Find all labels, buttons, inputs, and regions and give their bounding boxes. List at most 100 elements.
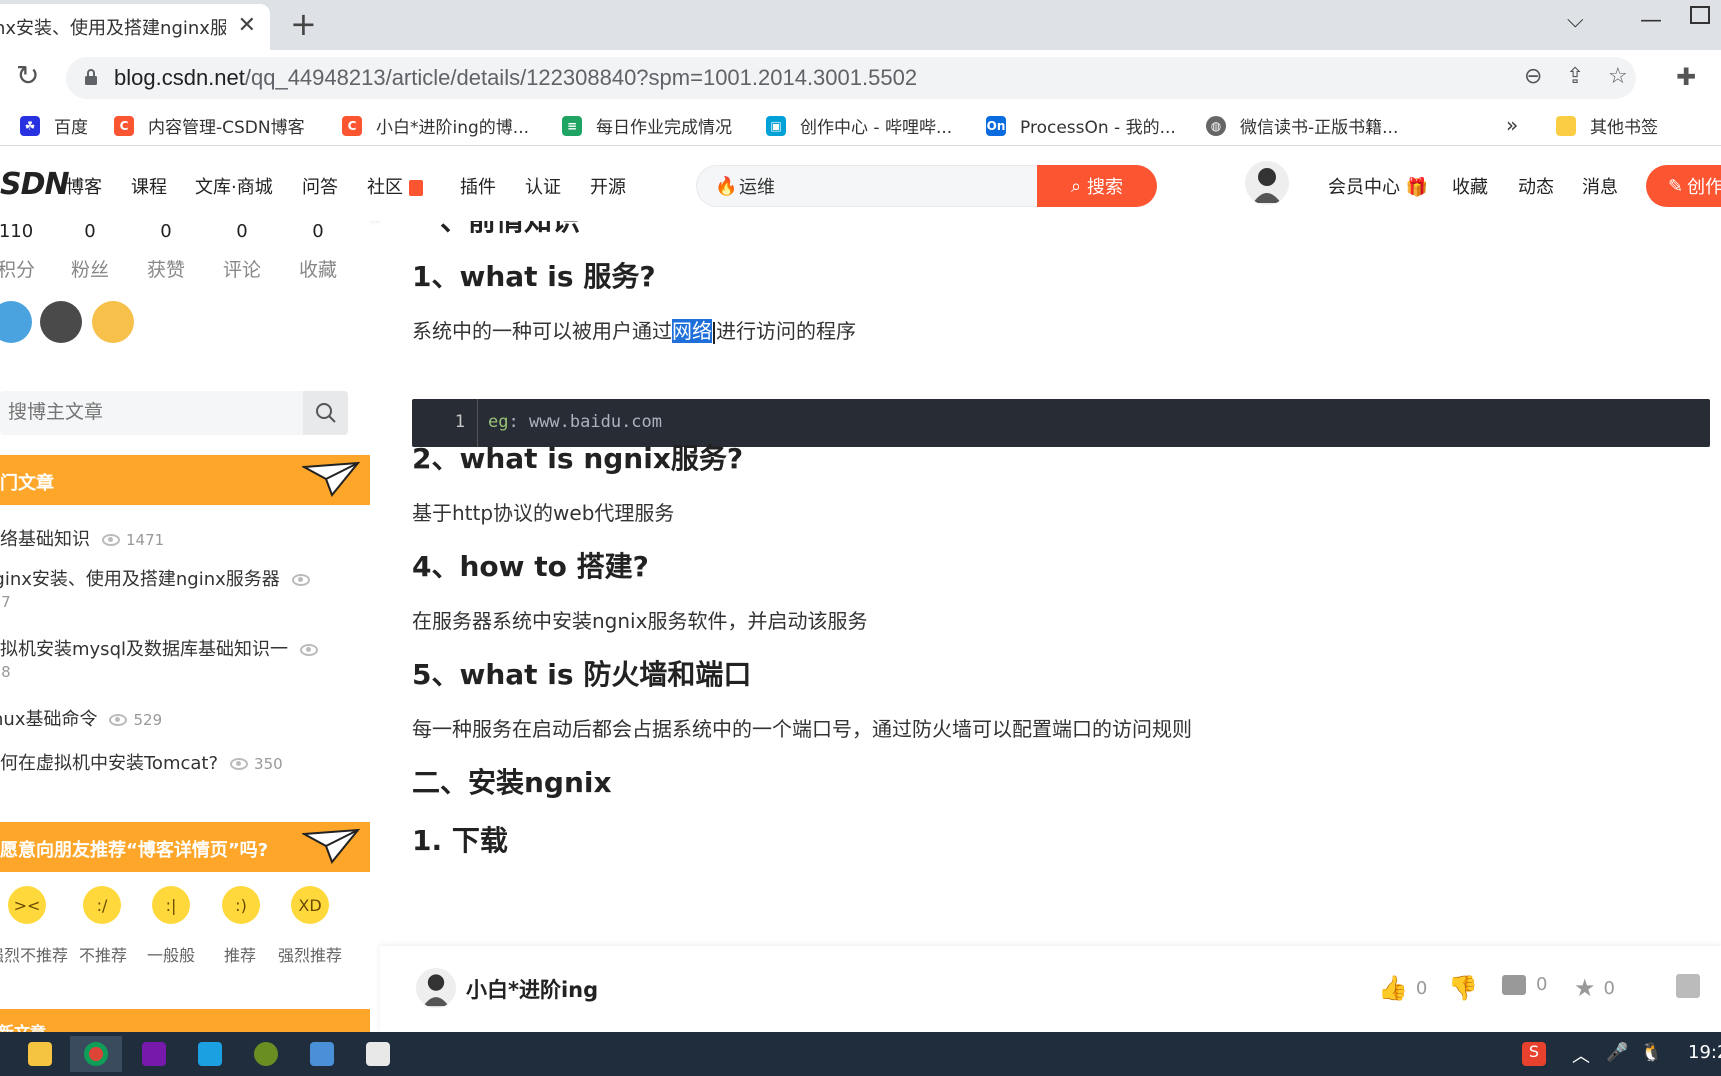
paragraph-firewall: 每一种服务在启动后都会占据系统中的一个端口号，通过防火墙可以配置端口的访问规则 [412,717,1192,741]
tray-expand-icon[interactable]: ︿ [1572,1042,1590,1068]
maximize-icon[interactable] [1690,6,1710,24]
messages-link[interactable]: 消息 [1582,173,1618,199]
minimize-icon[interactable]: — [1640,8,1662,33]
nav-library[interactable]: 文库·商城 [195,173,273,199]
activity-link[interactable]: 动态 [1518,173,1554,199]
extensions-icon[interactable]: ✚ [1676,63,1696,91]
bookmarks-more[interactable]: » [1506,113,1518,137]
selected-text: 网络 [672,319,712,343]
recommend-ratings: >< :/ :| :) XD 强烈不推荐 不推荐 一般般 推荐 强烈推荐 [0,872,370,998]
neutral-face-icon[interactable]: :| [152,886,190,924]
share-icon [1676,974,1700,998]
onenote-icon[interactable] [128,1036,180,1072]
chrome-icon[interactable] [70,1036,122,1072]
app-icon[interactable] [352,1036,404,1072]
microphone-icon[interactable]: 🎤 [1606,1042,1628,1063]
bookmark-processon[interactable]: On ProcessOn - 我的... [986,113,1176,138]
eye-icon [291,574,310,586]
hot-article-item[interactable]: 虚拟机安装mysql及数据库基础知识一108 [0,635,324,682]
article-action-bar: 小白*进阶ing 👍 0 👎 0 ★ 0 [380,946,1721,1032]
badge-icon[interactable] [0,301,32,343]
folder-icon [1556,115,1576,136]
windows-taskbar: S ︿ 🎤 🐧 19:2 [0,1032,1721,1076]
site-search-input[interactable] [739,166,1029,206]
comment-button[interactable]: 0 [1502,974,1547,995]
app-icon[interactable] [184,1036,236,1072]
search-icon [315,403,336,423]
bookmark-other[interactable]: 其他书签 [1556,113,1658,138]
nav-community[interactable]: 社区 [367,173,423,199]
csdn-logo[interactable]: SDN [0,167,70,202]
sheet-icon: ≡ [562,115,582,136]
badge-icon[interactable] [40,301,82,343]
new-tab-icon[interactable]: + [290,8,317,40]
create-button[interactable]: ✎ 创作 [1646,165,1721,207]
nav-blog[interactable]: 博客 [66,173,102,199]
bookmark-csdn-content[interactable]: C 内容管理-CSDN博客 [114,113,305,138]
angry-face-icon[interactable]: >< [8,886,46,924]
star-icon[interactable]: ☆ [1608,65,1628,89]
heading-how-to-build: 4、how to 搭建? [412,550,649,583]
browser-toolbar: ↻ blog.csdn.net/qq_44948213/article/deta… [0,50,1721,106]
hot-article-item[interactable]: 如何在虚拟机中安装Tomcat? 350 [0,749,283,775]
hot-article-item[interactable]: linux基础命令529 [0,705,162,731]
new-articles-header: 最新文章 [0,1009,370,1032]
comment-icon [1502,974,1526,995]
bookmark-bilibili[interactable]: ▣ 创作中心 - 哔哩哔... [766,113,952,138]
browser-tab[interactable]: nx安装、使用及搭建nginx服务 ✕ [0,4,270,50]
favorite-button[interactable]: ★ 0 [1574,974,1615,1002]
site-header: SDN 博客 课程 文库·商城 问答 社区 插件 认证 开源 🔥 ⌕ 搜索 会员… [0,147,1721,221]
bookmark-csdn-blog[interactable]: C 小白*进阶ing的博... [342,113,529,138]
stat-favorites-label: 收藏 [298,259,337,281]
blog-search-button[interactable] [303,391,348,435]
fire-icon: 🔥 [715,176,738,197]
share-button[interactable] [1676,974,1700,998]
stat-points-label: 积分 [0,259,35,281]
paragraph-build: 在服务器系统中安装ngnix服务软件，并启动该服务 [412,609,868,633]
url-text[interactable]: blog.csdn.net/qq_44948213/article/detail… [114,65,917,91]
file-explorer-icon[interactable] [14,1036,66,1072]
paragraph-ngnix: 基于http协议的web代理服务 [412,501,675,525]
stat-fans-value: 0 [84,221,96,242]
reload-icon[interactable]: ↻ [16,62,39,90]
user-avatar[interactable] [1245,161,1289,205]
qq-icon[interactable]: 🐧 [1640,1042,1662,1063]
address-bar[interactable]: blog.csdn.net/qq_44948213/article/detail… [66,57,1636,99]
dislike-button[interactable]: 👎 [1448,974,1478,1002]
tab-search-icon[interactable]: ⌵ [1567,8,1584,33]
close-icon[interactable]: ✕ [238,15,256,37]
gift-icon: 🎁 [1405,177,1429,198]
badge-icon[interactable] [92,301,134,343]
favorites-link[interactable]: 收藏 [1452,173,1488,199]
like-button[interactable]: 👍 0 [1378,974,1427,1002]
hot-article-item[interactable]: 网络基础知识1471 [0,525,164,551]
nav-plugin[interactable]: 插件 [460,173,496,199]
stat-likes-value: 0 [160,221,172,242]
search-button[interactable]: ⌕ 搜索 [1037,165,1157,207]
vip-center-link[interactable]: 会员中心 🎁 [1328,173,1428,199]
stat-likes-label: 获赞 [146,259,185,281]
nav-qa[interactable]: 问答 [302,173,338,199]
bookmark-baidu[interactable]: ☘ 百度 [20,113,88,138]
confused-face-icon[interactable]: :/ [83,886,121,924]
nav-course[interactable]: 课程 [131,173,167,199]
author-avatar[interactable] [416,968,456,1008]
hot-article-item[interactable]: nginx安装、使用及搭建nginx服务器127 [0,565,316,612]
share-icon[interactable]: ⇪ [1566,65,1584,89]
bookmark-homework[interactable]: ≡ 每日作业完成情况 [562,113,732,138]
laugh-face-icon[interactable]: XD [291,886,329,924]
paragraph-service: 系统中的一种可以被用户通过网络 进行访问的程序 [412,319,856,344]
bilibili-icon: ▣ [766,115,786,136]
blog-search-input[interactable] [8,391,288,435]
app-icon[interactable] [240,1036,292,1072]
smile-face-icon[interactable]: :) [222,886,260,924]
app-icon[interactable] [296,1036,348,1072]
zoom-icon[interactable]: ⊖ [1524,65,1542,89]
bookmark-weread[interactable]: ◍ 微信读书-正版书籍... [1206,113,1398,138]
sogou-ime-icon[interactable]: S [1522,1042,1546,1066]
author-name[interactable]: 小白*进阶ing [466,974,598,1004]
nav-opensource[interactable]: 开源 [590,173,626,199]
rating-label: 推荐 [224,946,257,965]
nav-cert[interactable]: 认证 [525,173,561,199]
clock-time[interactable]: 19:2 [1688,1042,1721,1063]
